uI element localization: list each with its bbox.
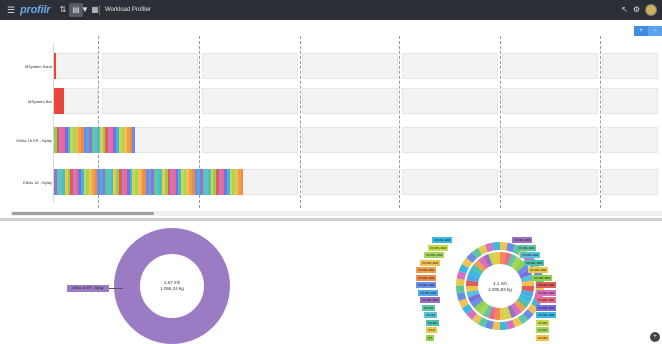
timeline-cell[interactable] [202, 53, 298, 79]
grid-line-5 [500, 36, 501, 208]
toolbar-divider [99, 5, 100, 15]
app-logo[interactable]: profilr [20, 0, 51, 20]
donut-slice-label: XX-8%-16IZ [520, 252, 541, 258]
timeline-cell[interactable] [55, 53, 98, 79]
timeline-cell[interactable] [502, 127, 598, 153]
stacked-bar[interactable] [54, 53, 56, 79]
donut-slice-label: XX-8%-16IZ [524, 259, 545, 266]
timeline-cell[interactable] [602, 88, 658, 114]
donut-slice-label: XX-8% [536, 334, 550, 341]
timeline-cell[interactable] [502, 169, 598, 195]
donut-slice-label: XX-8%-16IZ [536, 312, 557, 318]
donut-right-weight: 4.005,93 kg [488, 287, 512, 292]
donut-slice-label: XX-8%-16IZ [516, 244, 537, 251]
user-avatar[interactable] [645, 4, 657, 16]
timeline-cell[interactable] [602, 127, 658, 153]
toggle-left-button[interactable]: + [634, 26, 648, 36]
donut-right-center-label: 4,1 mh 4.005,93 kg [470, 281, 530, 293]
donut-slice-label: XX-8%-16IZ [416, 267, 437, 273]
donut-slice-label: XX-8%-16IZ [536, 304, 557, 311]
stacked-bar[interactable] [54, 127, 135, 153]
timeline-cell[interactable] [502, 88, 598, 114]
donut-slice-label: XX-8%-16IZ [416, 282, 437, 288]
row-label: EBAs 16 ER - Bylay [16, 138, 52, 143]
floating-action-button[interactable]: + [650, 332, 660, 342]
pin-icon[interactable]: ↖ [621, 0, 628, 20]
timeline-cell[interactable] [602, 53, 658, 79]
donut-slice-label: XX-8 [426, 327, 437, 333]
settings-icon[interactable]: ⚙ [633, 0, 640, 20]
bar-segment[interactable] [240, 169, 243, 195]
bar-segment[interactable] [54, 53, 56, 79]
timeline-cell[interactable] [202, 127, 298, 153]
timeline-cell[interactable] [302, 53, 398, 79]
donut-slice-label: XX-8% [424, 312, 438, 318]
timeline-cell[interactable] [502, 53, 598, 79]
row-label: EBAs 16 - Bylay [23, 180, 52, 185]
donut-slice-label: XX-8%-16IZ [418, 289, 439, 296]
donut-left-legend-tag: EBAs 16 ER - Bylay [67, 285, 109, 292]
stacked-bar[interactable] [54, 88, 64, 114]
timeline-cell[interactable] [402, 127, 498, 153]
grid-line-6 [600, 36, 601, 208]
stacked-bar[interactable] [54, 169, 243, 195]
timeline-cell[interactable] [102, 53, 198, 79]
donut-slice-label: XX-8%-16IZ [512, 237, 533, 243]
donut-slice-label: XX-8%-16IZ [416, 274, 437, 281]
donut-slice-label: XX-8%-16IZ [432, 237, 453, 243]
grid-line-3 [300, 36, 301, 208]
stacked-bar-chart: MSystem Sand MSystem Bar EBAs 16 ER - Byla… [0, 36, 662, 212]
timeline-cell[interactable] [402, 53, 498, 79]
donut-left-center-label: 1,67 mh 1.066,24 kg [142, 280, 202, 292]
timeline-cell[interactable] [302, 169, 398, 195]
donut-slice-label: XX-8% [536, 319, 550, 326]
donut-slice-label: XX-8%-16IZ [420, 297, 441, 303]
donut-slice-label: XX-8%-16IZ [528, 267, 549, 273]
bar-segment[interactable] [60, 88, 64, 114]
donut-slice-label: XX-8%-16IZ [532, 274, 553, 281]
toggle-right-button[interactable]: − [648, 26, 662, 36]
workload-profiler-app: ☰ profilr ⇅ ▤ ▼ ▦ Workload Profiler ↖ ⚙ … [0, 0, 662, 344]
donut-slice-label: XX-8%-16IZ [536, 282, 557, 288]
row-label: MSystem Bar [27, 99, 52, 104]
timeline-cell[interactable] [402, 88, 498, 114]
timeline-cell[interactable] [102, 88, 198, 114]
donut-slice-label: XX-8%-16IZ [536, 289, 557, 296]
donut-slice-label: XX-8% [536, 327, 550, 333]
menu-icon[interactable]: ☰ [5, 0, 17, 20]
sort-icon[interactable]: ⇅ [56, 3, 70, 17]
row-label: MSystem Sand [24, 64, 52, 69]
donut-left-weight: 1.066,24 kg [160, 286, 184, 291]
timeline-cell[interactable] [602, 169, 658, 195]
timeline-cell[interactable] [402, 169, 498, 195]
donut-slice-label: XX-8%-16IZ [536, 297, 557, 303]
top-toolbar: ☰ profilr ⇅ ▤ ▼ ▦ Workload Profiler ↖ ⚙ [0, 0, 662, 20]
donut-slice-label: XX-8%-16IZ [424, 252, 445, 258]
horizontal-scrollbar[interactable] [10, 211, 662, 216]
donut-slice-label: XX-8%-16IZ [420, 259, 441, 266]
panel-splitter[interactable] [0, 218, 662, 221]
legend-leader-line [109, 288, 123, 289]
timeline-cell[interactable] [302, 88, 398, 114]
donut-slice-label: XX-8% [426, 319, 440, 326]
donut-slice-label: XX-8%-16IZ [428, 244, 449, 251]
timeline-cell[interactable] [302, 127, 398, 153]
timeline-cell[interactable] [202, 88, 298, 114]
bar-segment[interactable] [132, 127, 135, 153]
donut-slice-label: XX [426, 334, 435, 341]
view-toggle[interactable]: + − [634, 26, 662, 36]
page-title: Workload Profiler [105, 7, 151, 13]
scrollbar-thumb[interactable] [12, 212, 154, 215]
grid-line-4 [399, 36, 400, 208]
donut-slice-label: XX-8% [422, 304, 436, 311]
